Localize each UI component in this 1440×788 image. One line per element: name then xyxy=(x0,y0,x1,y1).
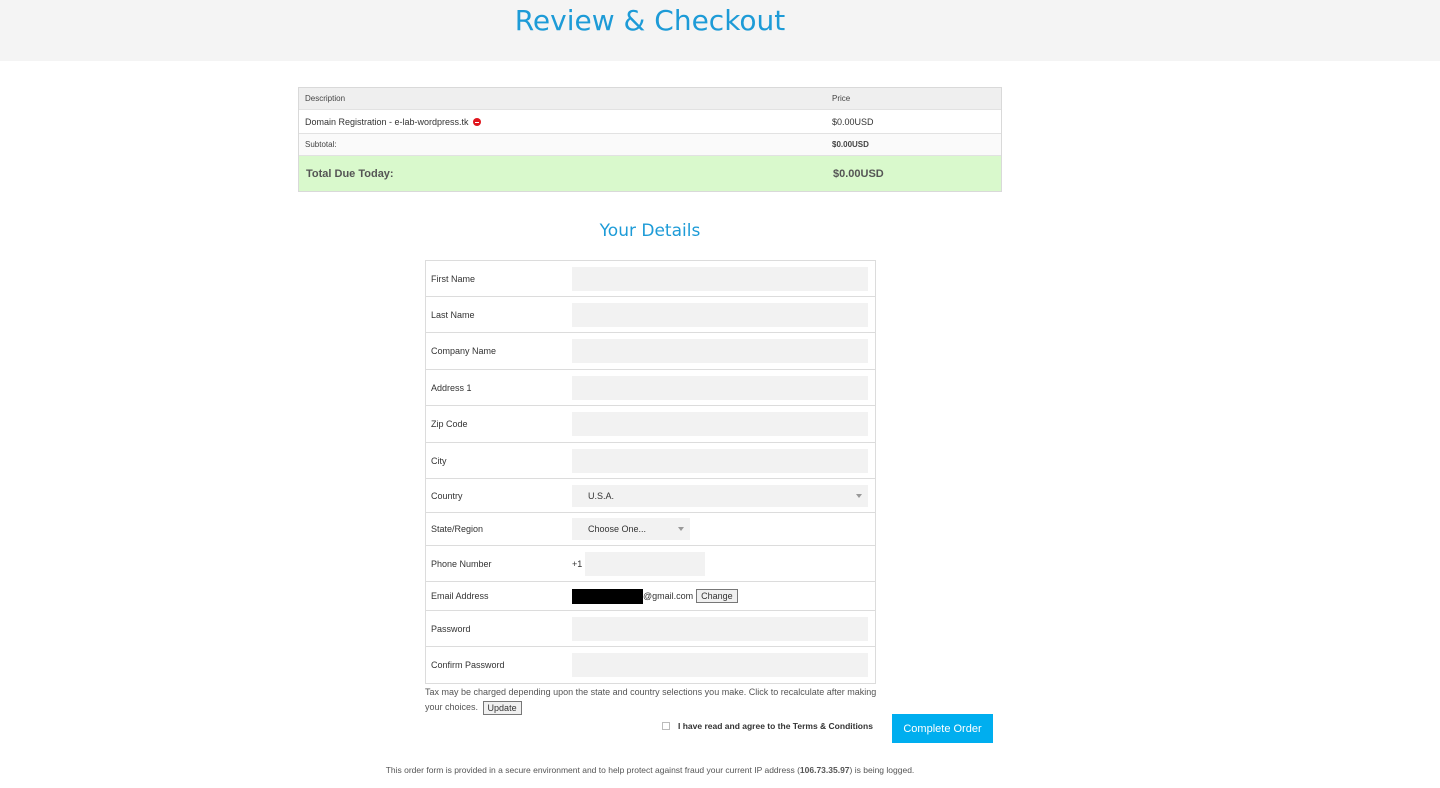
summary-header-row: Description Price xyxy=(299,88,1001,110)
confirm-password-row: Confirm Password xyxy=(426,647,875,683)
password-row: Password xyxy=(426,611,875,647)
complete-order-button[interactable]: Complete Order xyxy=(892,714,993,743)
terms-checkbox[interactable] xyxy=(662,722,670,730)
change-email-button[interactable]: Change xyxy=(696,589,738,603)
chevron-down-icon xyxy=(678,527,684,531)
country-select[interactable]: U.S.A. xyxy=(572,484,868,507)
state-select[interactable]: Choose One... xyxy=(572,518,690,540)
terms-link[interactable]: Terms & Conditions xyxy=(793,721,873,731)
company-name-input[interactable] xyxy=(572,339,868,363)
page-title: Review & Checkout xyxy=(514,4,786,37)
address1-input[interactable] xyxy=(572,375,868,400)
subtotal-label: Subtotal: xyxy=(305,140,337,149)
summary-item-row: Domain Registration - e-lab-wordpress.tk… xyxy=(299,110,1001,134)
address1-label: Address 1 xyxy=(431,382,472,393)
zip-label: Zip Code xyxy=(431,419,468,429)
confirm-password-label: Confirm Password xyxy=(431,660,505,670)
phone-label: Phone Number xyxy=(431,558,492,569)
company-name-row: Company Name xyxy=(426,333,875,370)
ip-logging-note: This order form is provided in a secure … xyxy=(0,765,1300,775)
country-label: Country xyxy=(431,490,463,501)
address1-row: Address 1 xyxy=(426,370,875,406)
item-price: $0.00USD xyxy=(832,116,874,127)
total-row: Total Due Today: $0.00USD xyxy=(299,156,1001,191)
country-row: Country U.S.A. xyxy=(426,479,875,513)
details-form: First Name Last Name Company Name Addres… xyxy=(425,260,876,684)
order-summary-table: Description Price Domain Registration - … xyxy=(298,87,1002,192)
update-button[interactable]: Update xyxy=(482,700,522,715)
remove-icon[interactable] xyxy=(473,118,482,127)
email-redacted-block xyxy=(572,588,643,604)
zip-row: Zip Code xyxy=(426,406,875,443)
email-label: Email Address xyxy=(431,591,489,601)
password-label: Password xyxy=(431,623,471,634)
city-label: City xyxy=(431,455,447,466)
state-label: State/Region xyxy=(431,524,484,534)
total-label: Total Due Today: xyxy=(306,167,394,180)
company-name-label: Company Name xyxy=(431,346,497,356)
total-value: $0.00USD xyxy=(833,167,884,180)
first-name-label: First Name xyxy=(431,273,476,284)
price-header: Price xyxy=(832,94,851,103)
last-name-label: Last Name xyxy=(431,309,475,320)
terms-agreement: I have read and agree to the Terms & Con… xyxy=(662,721,873,731)
footer-text-before: This order form is provided in a secure … xyxy=(385,765,800,775)
last-name-input[interactable] xyxy=(572,302,868,327)
confirm-password-input[interactable] xyxy=(572,653,868,677)
footer-text-after: ) is being logged. xyxy=(849,765,915,775)
email-domain: @gmail.com xyxy=(643,591,694,601)
subtotal-value: $0.00USD xyxy=(832,140,869,149)
tax-note: Tax may be charged depending upon the st… xyxy=(425,685,885,715)
subtotal-row: Subtotal: $0.00USD xyxy=(299,134,1001,156)
first-name-input[interactable] xyxy=(572,266,868,291)
state-row: State/Region Choose One... xyxy=(426,513,875,546)
city-row: City xyxy=(426,443,875,479)
email-row: Email Address @gmail.com Change xyxy=(426,582,875,611)
password-input[interactable] xyxy=(572,616,868,641)
chevron-down-icon xyxy=(856,493,862,498)
ip-address: 106.73.35.97 xyxy=(799,765,850,775)
page-header: Review & Checkout xyxy=(0,0,1440,61)
country-value: U.S.A. xyxy=(588,490,615,501)
item-description: Domain Registration - e-lab-wordpress.tk xyxy=(305,116,469,127)
terms-prefix: I have read and agree to the xyxy=(678,721,793,731)
description-header: Description xyxy=(305,94,346,103)
zip-input[interactable] xyxy=(572,412,868,436)
phone-input[interactable] xyxy=(585,551,705,576)
city-input[interactable] xyxy=(572,448,868,473)
your-details-title: Your Details xyxy=(599,221,701,241)
phone-row: Phone Number +1 xyxy=(426,546,875,582)
state-value: Choose One... xyxy=(588,524,647,534)
phone-country-code: +1 xyxy=(572,558,583,569)
last-name-row: Last Name xyxy=(426,297,875,333)
first-name-row: First Name xyxy=(426,261,875,297)
